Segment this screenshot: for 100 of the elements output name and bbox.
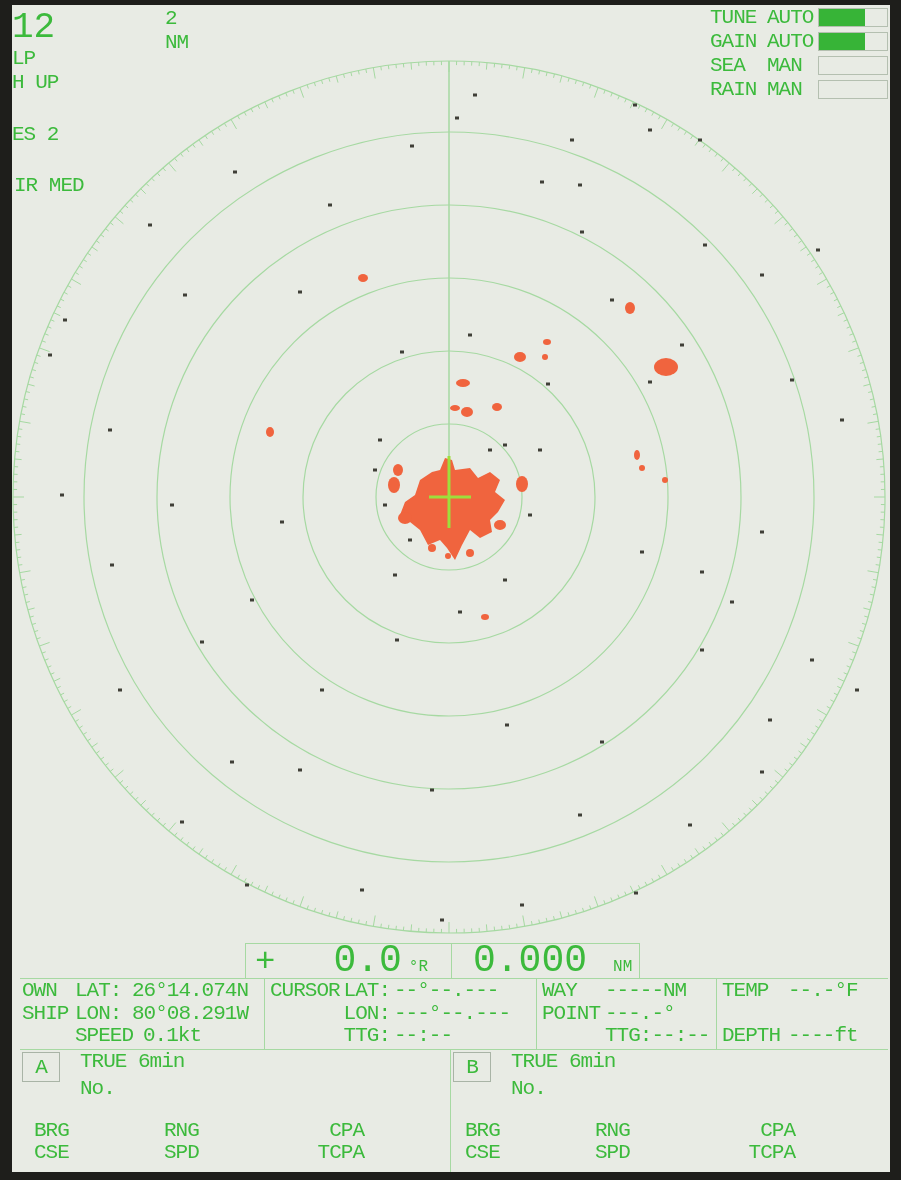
field-label: SPEED [75,1025,133,1047]
control-name: TUNE [710,5,758,29]
radar-echo [48,353,52,357]
cursor-range-unit: NM [613,957,633,977]
radar-echo [180,820,184,824]
control-name: RAIN [710,77,758,101]
radar-echo [514,352,526,362]
target-field-label: CSE [465,1142,500,1164]
radar-echo [233,170,237,174]
field-label: LON: [75,1002,122,1025]
radar-echo [700,648,704,652]
radar-echo [445,553,451,559]
radar-echo [760,770,764,774]
radar-echo [768,718,772,722]
radar-echo [473,93,477,97]
radar-echo [468,333,472,337]
radar-echo [466,549,474,557]
control-mode: MAN [767,53,803,77]
field-value: -----NM [605,980,687,1002]
radar-echo [428,544,436,552]
panel-label: TEMP [722,980,770,1002]
radar-echo [430,788,434,792]
field-label: LAT: [342,980,390,1002]
radar-echo [108,428,112,432]
control-mode: AUTO [767,29,813,53]
orientation-mode-label: H UP [12,71,59,95]
interference-rejection-label: IR MED [13,174,84,198]
panel-label: POINT [542,1002,602,1025]
target-field-label: RNG [595,1120,630,1142]
echo-stretch-label: ES 2 [12,123,59,147]
radar-echo [730,600,734,604]
ring-interval-unit: NM [165,31,189,55]
radar-echo [110,563,114,567]
target-field-label: RNG [164,1120,199,1142]
radar-echo [393,464,403,476]
radar-echo [570,138,574,142]
radar-echo [358,274,368,282]
radar-echo [760,530,764,534]
radar-echo [395,638,399,642]
radar-echo [393,573,397,577]
radar-echo [280,520,284,524]
field-value: --.-°F [788,980,858,1002]
radar-echo [516,476,528,492]
control-mode: AUTO [767,5,813,29]
radar-echo [625,302,635,314]
radar-echo [648,380,652,384]
field-value: 26°14.074N [132,980,249,1002]
radar-echo [494,520,506,530]
panel-label: SHIP [22,1002,70,1025]
panel-label: DEPTH [722,1025,781,1047]
panel-label: CURSOR [270,980,341,1002]
radar-echo [703,243,707,247]
radar-echo [600,740,604,744]
radar-echo [481,614,489,620]
target-field-label: CPA [329,1120,364,1142]
radar-echo [298,290,302,294]
radar-echo [503,578,507,582]
radar-echo [855,688,859,692]
radar-echo [388,477,400,493]
radar-echo [688,823,692,827]
field-value: ----ft [788,1025,858,1047]
target-field-label: SPD [164,1142,199,1164]
target-field-label: CPA [760,1120,795,1142]
radar-echo [810,658,814,662]
radar-echo [410,144,414,148]
field-label: LON: [342,1002,390,1025]
radar-echo [610,298,614,302]
radar-echo [542,354,548,360]
radar-echo [840,418,844,422]
panel-label: WAY [542,980,579,1002]
target-field-label: BRG [34,1120,69,1142]
radar-echo [378,438,382,442]
range-scale-value: 12 [12,9,56,47]
radar-echo [790,378,794,382]
target-field-label: TCPA [748,1142,795,1164]
radar-echo [63,318,67,322]
target-field-label: SPD [595,1142,630,1164]
radar-echo [654,358,678,376]
panel-label: OWN [22,980,58,1002]
radar-echo [200,640,204,644]
radar-echo [400,350,404,354]
target-field-label: TCPA [317,1142,364,1164]
vector-mode-label: TRUE 6min [80,1050,185,1074]
cursor-range-value: 0.000 [472,944,588,978]
ring-interval-value: 2 [165,7,178,31]
radar-echo [230,760,234,764]
radar-echo [60,493,64,497]
radar-echo [662,477,668,483]
radar-echo [320,688,324,692]
radar-echo [456,379,470,387]
radar-echo [700,570,704,574]
radar-echo [698,138,702,142]
radar-echo [440,918,444,922]
radar-echo [578,183,582,187]
radar-echo [183,293,187,297]
radar-echo [398,512,412,524]
cursor-bearing-value: 0.0 [333,944,402,978]
field-label: TTG: [342,1025,390,1047]
vector-mode-label: TRUE 6min [511,1050,616,1074]
radar-echo [408,538,412,542]
